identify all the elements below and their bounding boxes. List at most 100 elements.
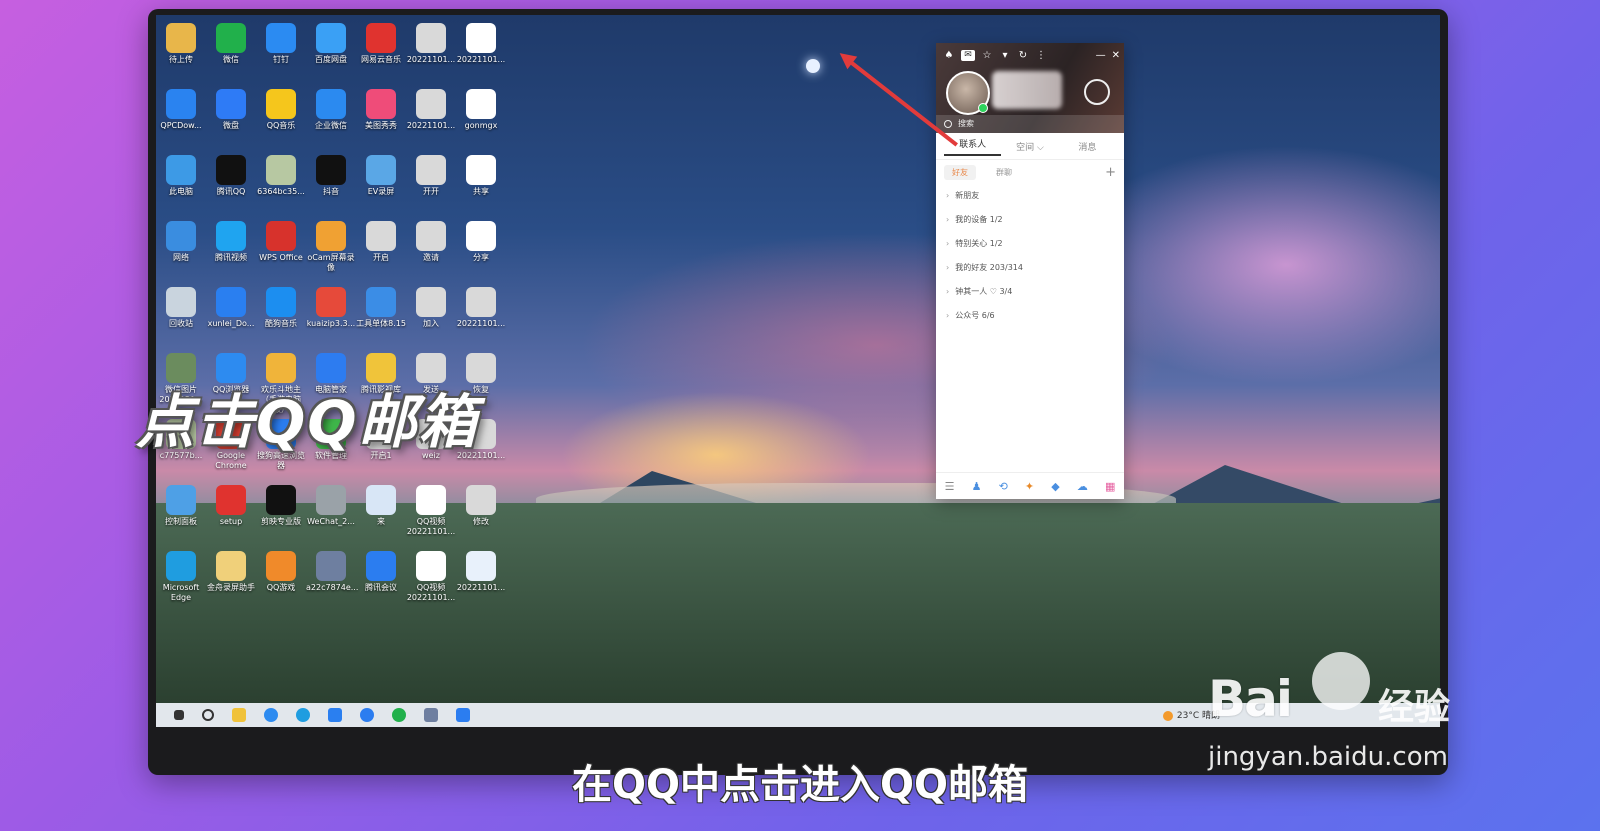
desktop-icon[interactable]: 百度网盘 xyxy=(306,23,356,65)
desktop-icon[interactable]: 来 xyxy=(356,485,406,527)
desktop-icon[interactable]: 20221101... xyxy=(456,23,506,65)
desktop-icon[interactable]: 抖音 xyxy=(306,155,356,197)
add-icon[interactable]: + xyxy=(1105,165,1116,180)
windows-start-icon[interactable] xyxy=(174,710,184,720)
desktop-icon[interactable]: 分享 xyxy=(456,221,506,263)
group-custom[interactable]: › 钟其一人 ♡ 3/4 xyxy=(936,280,1124,304)
cloud-icon[interactable]: ☁ xyxy=(1077,480,1088,493)
group-new-friends[interactable]: › 新朋友 xyxy=(936,184,1124,208)
desktop-icon[interactable]: xunlei_Do... xyxy=(206,287,256,329)
desktop-icon[interactable]: Microsoft Edge xyxy=(156,551,206,603)
desktop-icon[interactable]: 修改 xyxy=(456,485,506,527)
desktop-icon[interactable]: oCam屏幕录像 xyxy=(306,221,356,273)
tab-messages[interactable]: 消息 xyxy=(1059,140,1116,153)
group-official-accounts[interactable]: › 公众号 6/6 xyxy=(936,304,1124,328)
desktop-icon[interactable]: 腾讯会议 xyxy=(356,551,406,593)
app-icon xyxy=(366,155,396,185)
file-explorer-icon[interactable] xyxy=(232,708,246,722)
desktop-icon[interactable]: 加入 xyxy=(406,287,456,329)
browser-icon[interactable] xyxy=(264,708,278,722)
desktop-icon[interactable]: 20221101... xyxy=(456,287,506,329)
desktop-icon[interactable]: setup xyxy=(206,485,256,527)
close-icon[interactable]: ✕ xyxy=(1112,50,1120,61)
desktop-icon[interactable]: 企业微信 xyxy=(306,89,356,131)
desktop-icon[interactable]: 6364bc35... xyxy=(256,155,306,197)
app-icon xyxy=(416,485,446,515)
desktop-icon[interactable]: 腾讯QQ xyxy=(206,155,256,197)
desktop-icon[interactable]: 待上传 xyxy=(156,23,206,65)
overlay-title: 点击QQ邮箱 xyxy=(136,388,479,456)
desktop-icon[interactable]: 酷狗音乐 xyxy=(256,287,306,329)
desktop-icon[interactable]: QQ游戏 xyxy=(256,551,306,593)
group-my-friends[interactable]: › 我的好友 203/314 xyxy=(936,256,1124,280)
desktop-icon[interactable]: 金舟录屏助手 xyxy=(206,551,256,593)
minimize-icon[interactable]: — xyxy=(1096,50,1106,61)
desktop-icon[interactable]: QPCDow... xyxy=(156,89,206,131)
desktop-icon-label: 待上传 xyxy=(169,55,193,64)
desktop-icon[interactable]: 20221101... xyxy=(456,551,506,593)
desktop-icon[interactable]: 此电脑 xyxy=(156,155,206,197)
desktop-icon-label: 20221101... xyxy=(456,55,506,64)
desktop-icon[interactable]: 共享 xyxy=(456,155,506,197)
add-friend-icon[interactable]: ♟ xyxy=(972,480,982,493)
desktop-icon[interactable]: 剪映专业版 xyxy=(256,485,306,527)
search-input[interactable]: 搜索 xyxy=(936,115,1124,133)
app-icon xyxy=(416,89,446,119)
desktop-icon[interactable]: 美图秀秀 xyxy=(356,89,406,131)
bell-icon[interactable]: ♠ xyxy=(940,50,958,61)
desktop-icon[interactable]: WeChat_2... xyxy=(306,485,356,527)
desktop-icon[interactable]: 开开 xyxy=(406,155,456,197)
desktop-icon[interactable]: 微信 xyxy=(206,23,256,65)
edge-icon[interactable] xyxy=(296,708,310,722)
desktop-icon[interactable]: EV录屏 xyxy=(356,155,406,197)
desktop-icon[interactable]: 腾讯视频 xyxy=(206,221,256,263)
desktop-icon[interactable]: 微盘 xyxy=(206,89,256,131)
desktop-icon[interactable]: WPS Office xyxy=(256,221,306,263)
desktop-icon[interactable]: 钉钉 xyxy=(256,23,306,65)
gamepad-icon[interactable]: ◆ xyxy=(1051,480,1059,493)
desktop-icon[interactable]: 回收站 xyxy=(156,287,206,329)
app-icon xyxy=(216,155,246,185)
desktop-icon[interactable]: QQ视频20221101... xyxy=(406,551,456,603)
sogou-icon[interactable] xyxy=(360,708,374,722)
mail-icon[interactable]: ✉ xyxy=(961,49,975,61)
group-special-care[interactable]: › 特别关心 1/2 xyxy=(936,232,1124,256)
backup-icon[interactable]: ⟲ xyxy=(999,480,1008,493)
apps-grid-icon[interactable]: ▦ xyxy=(1105,480,1115,493)
wechat-icon[interactable] xyxy=(392,708,406,722)
subtab-friends[interactable]: 好友 xyxy=(944,164,976,180)
desktop-icon-label: 加入 xyxy=(423,319,439,328)
subtab-groups[interactable]: 群聊 xyxy=(988,165,1020,180)
desktop-icon[interactable]: 控制面板 xyxy=(156,485,206,527)
app-icon xyxy=(266,551,296,581)
menu-icon[interactable]: ☰ xyxy=(945,480,955,493)
shirt-icon[interactable]: ▾ xyxy=(996,50,1014,61)
desktop-icon[interactable]: 开启 xyxy=(356,221,406,263)
app-icon xyxy=(316,287,346,317)
desktop-icon[interactable]: 网络 xyxy=(156,221,206,263)
desktop-icon[interactable]: QQ音乐 xyxy=(256,89,306,131)
refresh-icon[interactable]: ↻ xyxy=(1014,50,1032,61)
group-my-devices[interactable]: › 我的设备 1/2 xyxy=(936,208,1124,232)
meeting-icon[interactable] xyxy=(456,708,470,722)
desktop-icon[interactable]: kuaizip3.3... xyxy=(306,287,356,329)
watermark-brand: Bai xyxy=(1208,670,1293,728)
desktop-icon[interactable]: QQ视频20221101... xyxy=(406,485,456,537)
screen-recorder-icon[interactable] xyxy=(424,708,438,722)
app-icon xyxy=(166,485,196,515)
more-icon[interactable]: ⋮ xyxy=(1032,50,1050,61)
desktop-icon[interactable]: 邀请 xyxy=(406,221,456,263)
desktop-icon[interactable]: 20221101... xyxy=(406,89,456,131)
desktop-icon[interactable]: gonmgx xyxy=(456,89,506,131)
tab-space[interactable]: 空间 ⌵ xyxy=(1001,140,1058,153)
star-icon[interactable]: ☆ xyxy=(978,50,996,61)
xunlei-icon[interactable] xyxy=(328,708,342,722)
desktop-icon[interactable]: 工具单体8.15 xyxy=(356,287,406,329)
desktop-icon-label: 6364bc35... xyxy=(257,187,305,196)
desktop-icon[interactable]: 20221101... xyxy=(406,23,456,65)
desktop-icon[interactable]: a22c7874e... xyxy=(306,551,358,593)
desktop-icon[interactable]: 网易云音乐 xyxy=(356,23,406,65)
game-icon[interactable]: ✦ xyxy=(1025,480,1034,493)
search-taskbar-icon[interactable] xyxy=(202,709,214,721)
app-icon xyxy=(416,155,446,185)
